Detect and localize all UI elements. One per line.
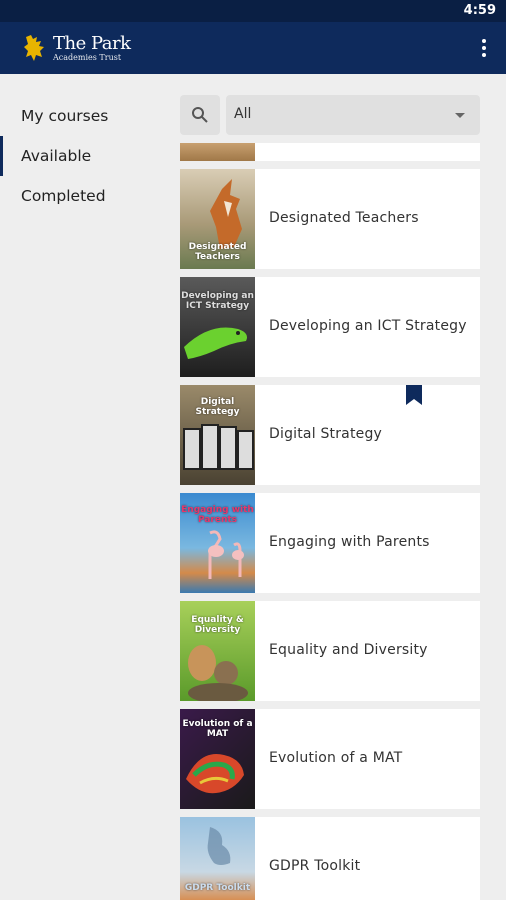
logo-subtitle: Academies Trust (53, 52, 122, 62)
course-card[interactable]: GDPR Toolkit GDPR Toolkit (180, 817, 480, 900)
course-card[interactable]: Evolution of a MAT Evolution of a MAT (180, 709, 480, 809)
course-card[interactable]: Equality & Diversity Equality and Divers… (180, 601, 480, 701)
search-button[interactable] (180, 95, 220, 135)
thumbnail-label: Evolution of a MAT (182, 719, 253, 739)
thumbnail-label: Engaging with Parents (181, 505, 254, 525)
course-thumbnail: Equality & Diversity (180, 601, 255, 701)
course-title: Equality and Diversity (269, 642, 428, 658)
filter-dropdown[interactable]: All (226, 95, 480, 135)
thumbnail-label: Digital Strategy (195, 397, 240, 417)
course-card-partial[interactable] (180, 143, 480, 161)
filter-selected-value: All (234, 106, 252, 122)
course-title: GDPR Toolkit (269, 858, 361, 874)
course-card[interactable]: Digital Strategy Digital Strategy (180, 385, 480, 485)
status-bar: 4:59 (0, 0, 506, 22)
course-card[interactable]: Designated Teachers Designated Teachers (180, 169, 480, 269)
course-title: Developing an ICT Strategy (269, 318, 467, 334)
course-card[interactable]: Engaging with Parents Engaging with Pare… (180, 493, 480, 593)
course-thumbnail (180, 143, 255, 161)
status-time: 4:59 (463, 3, 496, 18)
griffin-logo-icon (24, 35, 44, 61)
thumbnail-label: Developing an ICT Strategy (181, 291, 254, 311)
course-title: Digital Strategy (269, 426, 383, 442)
thumbnail-label: Equality & Diversity (191, 615, 244, 635)
logo-title: The Park (53, 32, 131, 54)
search-icon (192, 107, 208, 123)
thumbnail-label: Designated Teachers (188, 242, 247, 262)
thumbnail-label: GDPR Toolkit (184, 883, 251, 893)
app-bar: The Park Academies Trust (0, 22, 506, 74)
more-vert-icon (482, 39, 486, 43)
course-list: Designated Teachers Designated Teachers … (180, 143, 480, 900)
more-options-button[interactable] (478, 36, 490, 60)
sidebar-item-available[interactable]: Available (0, 136, 165, 176)
course-title: Engaging with Parents (269, 534, 430, 550)
course-thumbnail: Engaging with Parents (180, 493, 255, 593)
course-title: Designated Teachers (269, 210, 419, 226)
course-card[interactable]: Developing an ICT Strategy Developing an… (180, 277, 480, 377)
course-thumbnail: Digital Strategy (180, 385, 255, 485)
sidebar: My courses Available Completed (0, 74, 165, 900)
course-thumbnail: Designated Teachers (180, 169, 255, 269)
sidebar-item-my-courses[interactable]: My courses (0, 96, 165, 136)
course-thumbnail: Evolution of a MAT (180, 709, 255, 809)
course-thumbnail: Developing an ICT Strategy (180, 277, 255, 377)
bookmark-icon[interactable] (406, 385, 422, 405)
dropdown-caret-icon (455, 113, 465, 118)
sidebar-item-completed[interactable]: Completed (0, 176, 165, 216)
course-thumbnail: GDPR Toolkit (180, 817, 255, 900)
course-title: Evolution of a MAT (269, 750, 403, 766)
app-logo[interactable]: The Park Academies Trust (22, 32, 131, 64)
